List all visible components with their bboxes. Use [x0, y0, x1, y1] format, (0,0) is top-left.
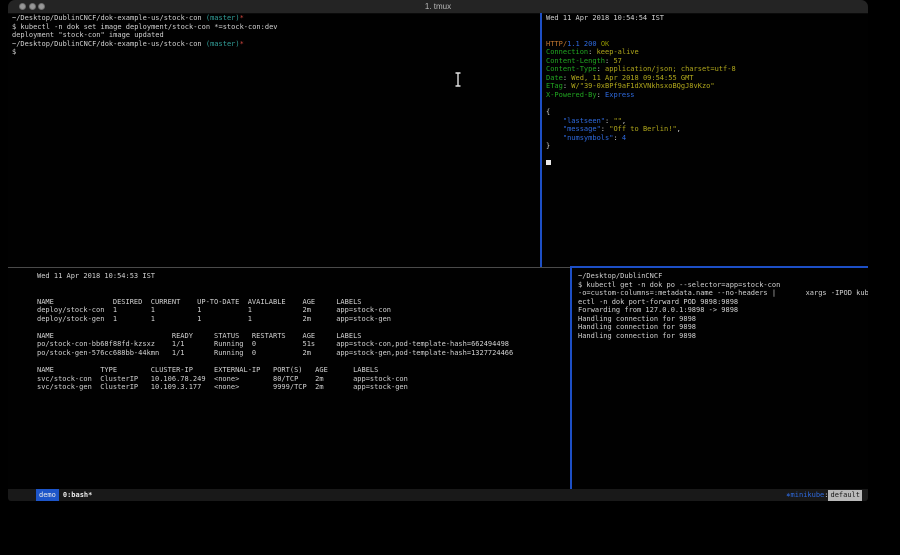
terminal-line: X-Powered-By: Express [546, 91, 868, 100]
terminal-line [37, 357, 597, 366]
terminal-window: 1. tmux ~/Desktop/DublinCNCF/dok-example… [8, 0, 868, 501]
terminal-line: ~/Desktop/DublinCNCF/dok-example-us/stoc… [12, 14, 544, 23]
terminal-line: ~/Desktop/DublinCNCF [578, 272, 868, 281]
pane-http-response[interactable]: Wed 11 Apr 2018 10:54:54 IST HTTP/1.1 20… [542, 13, 868, 268]
terminal-line [546, 159, 868, 168]
terminal-line: deploy/stock-con 1 1 1 1 2m app=stock-co… [37, 306, 597, 315]
terminal-line: Wed 11 Apr 2018 10:54:54 IST [546, 14, 868, 23]
pane-divider-vertical-top[interactable] [540, 13, 542, 267]
terminal-line: Date: Wed, 11 Apr 2018 09:54:55 GMT [546, 74, 868, 83]
terminal-line [546, 23, 868, 32]
terminal-line: Content-Type: application/json; charset=… [546, 65, 868, 74]
pane-port-forward[interactable]: ~/Desktop/DublinCNCF$ kubectl get -n dok… [574, 269, 868, 492]
terminal-line [37, 289, 597, 298]
title-bar: 1. tmux [8, 0, 868, 14]
terminal-line: { [546, 108, 868, 117]
terminal-line [546, 151, 868, 160]
terminal-line [37, 281, 597, 290]
terminal-line: HTTP/1.1 200 OK [546, 40, 868, 49]
pane-divider-horizontal[interactable] [8, 267, 570, 268]
terminal-line: svc/stock-gen ClusterIP 10.109.3.177 <no… [37, 383, 597, 392]
window-title: 1. tmux [8, 2, 868, 11]
pane-divider-horizontal-active[interactable] [570, 266, 868, 268]
session-name-badge[interactable]: demo [36, 489, 59, 501]
block-cursor [546, 160, 551, 166]
terminal-line: NAME READY STATUS RESTARTS AGE LABELS [37, 332, 597, 341]
kube-namespace: default [828, 490, 862, 501]
terminal-line: Content-Length: 57 [546, 57, 868, 66]
terminal-line: deployment "stock-con" image updated [12, 31, 544, 40]
terminal-line: ETag: W/"39-0xBPf9aF1dXVNkhsxoBQgJ8vKzo" [546, 82, 868, 91]
tmux-status-bar: demo 0:bash* ⎈ minikube : default [8, 489, 868, 501]
terminal-line: "message": "Off to Berlin!", [546, 125, 868, 134]
terminal-line: ectl -n dok port-forward POD 9898:9898 [578, 298, 868, 307]
terminal-line: "lastseen": "", [546, 117, 868, 126]
status-right: ⎈ minikube : default [786, 489, 862, 501]
terminal-line: deploy/stock-gen 1 1 1 1 2m app=stock-ge… [37, 315, 597, 324]
terminal-line: NAME TYPE CLUSTER-IP EXTERNAL-IP PORT(S)… [37, 366, 597, 375]
terminal-line: Handling connection for 9898 [578, 332, 868, 341]
kube-context: minikube [791, 489, 825, 501]
terminal-line: Handling connection for 9898 [578, 315, 868, 324]
window-tab-bash[interactable]: 0:bash* [63, 489, 93, 501]
terminal-line [546, 31, 868, 40]
status-left: demo 0:bash* [36, 489, 92, 501]
terminal-line: $ kubectl -n dok set image deployment/st… [12, 23, 544, 32]
terminal-line: Wed 11 Apr 2018 10:54:53 IST [37, 272, 597, 281]
desktop: { "window": { "title": "1. tmux" }, "col… [0, 0, 900, 555]
terminal-line: ~/Desktop/DublinCNCF/dok-example-us/stoc… [12, 40, 544, 49]
terminal-line: po/stock-gen-576cc688bb-44kmn 1/1 Runnin… [37, 349, 597, 358]
terminal-line [37, 323, 597, 332]
terminal-line: po/stock-con-bb68f88fd-kzsxz 1/1 Running… [37, 340, 597, 349]
terminal-line [546, 99, 868, 108]
pane-divider-vertical-bottom[interactable] [570, 268, 572, 489]
terminal-line: -o=custom-columns=:metadata.name --no-he… [578, 289, 868, 298]
pane-shell[interactable]: ~/Desktop/DublinCNCF/dok-example-us/stoc… [8, 13, 544, 268]
pane-kubectl-watch[interactable]: Wed 11 Apr 2018 10:54:53 IST NAME DESIRE… [8, 269, 597, 492]
terminal-line: NAME DESIRED CURRENT UP-TO-DATE AVAILABL… [37, 298, 597, 307]
terminal-line: Connection: keep-alive [546, 48, 868, 57]
mouse-cursor [454, 72, 462, 91]
terminal-line: $ [12, 48, 544, 57]
terminal-line: "numsymbols": 4 [546, 134, 868, 143]
terminal-line: Handling connection for 9898 [578, 323, 868, 332]
terminal-line: Forwarding from 127.0.0.1:9898 -> 9898 [578, 306, 868, 315]
terminal-line: $ kubectl get -n dok po --selector=app=s… [578, 281, 868, 290]
terminal-line: } [546, 142, 868, 151]
terminal-line: svc/stock-con ClusterIP 10.106.78.249 <n… [37, 375, 597, 384]
